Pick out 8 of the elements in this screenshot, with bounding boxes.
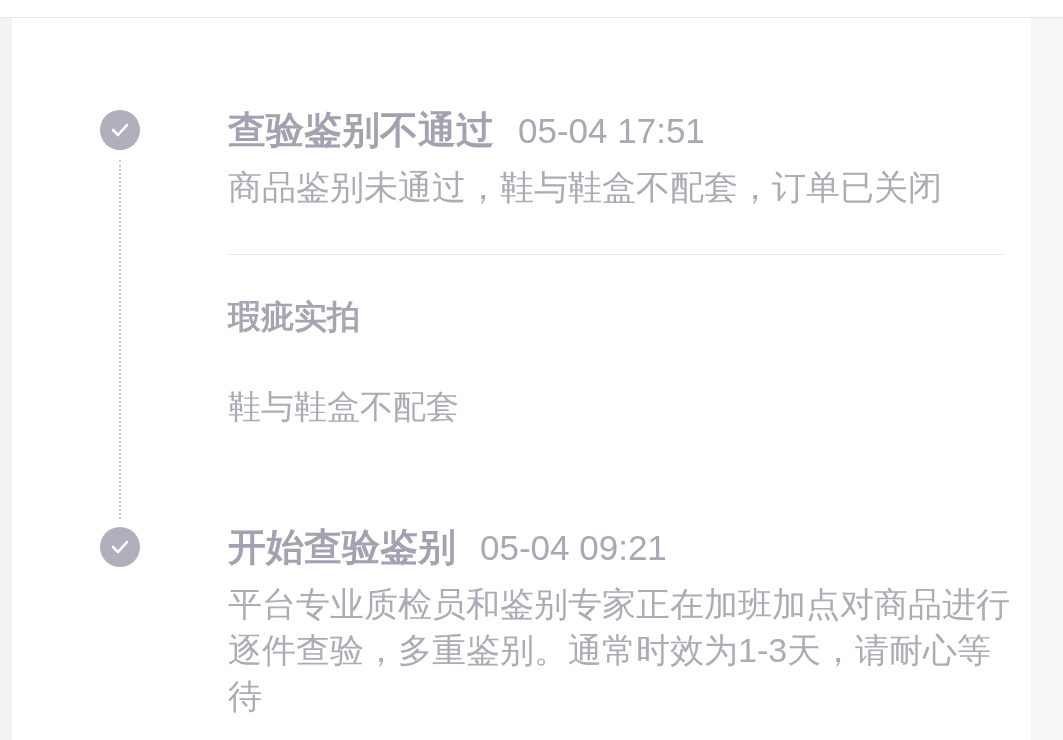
event-title: 查验鉴别不通过 — [228, 108, 494, 152]
event-title: 开始查验鉴别 — [228, 525, 456, 569]
event-time: 05-04 09:21 — [480, 527, 667, 569]
event-description: 平台专业质检员和鉴别专家正在加班加点对商品进行逐件查验，多重鉴别。通常时效为1-3天，请耐心等待 — [228, 584, 1011, 717]
event-time: 05-04 17:51 — [518, 110, 705, 152]
event-description: 商品鉴别未通过，鞋与鞋盒不配套，订单已关闭 — [228, 167, 943, 208]
defect-note: 鞋与鞋盒不配套 — [228, 387, 460, 427]
section-heading: 瑕疵实拍 — [228, 297, 361, 337]
